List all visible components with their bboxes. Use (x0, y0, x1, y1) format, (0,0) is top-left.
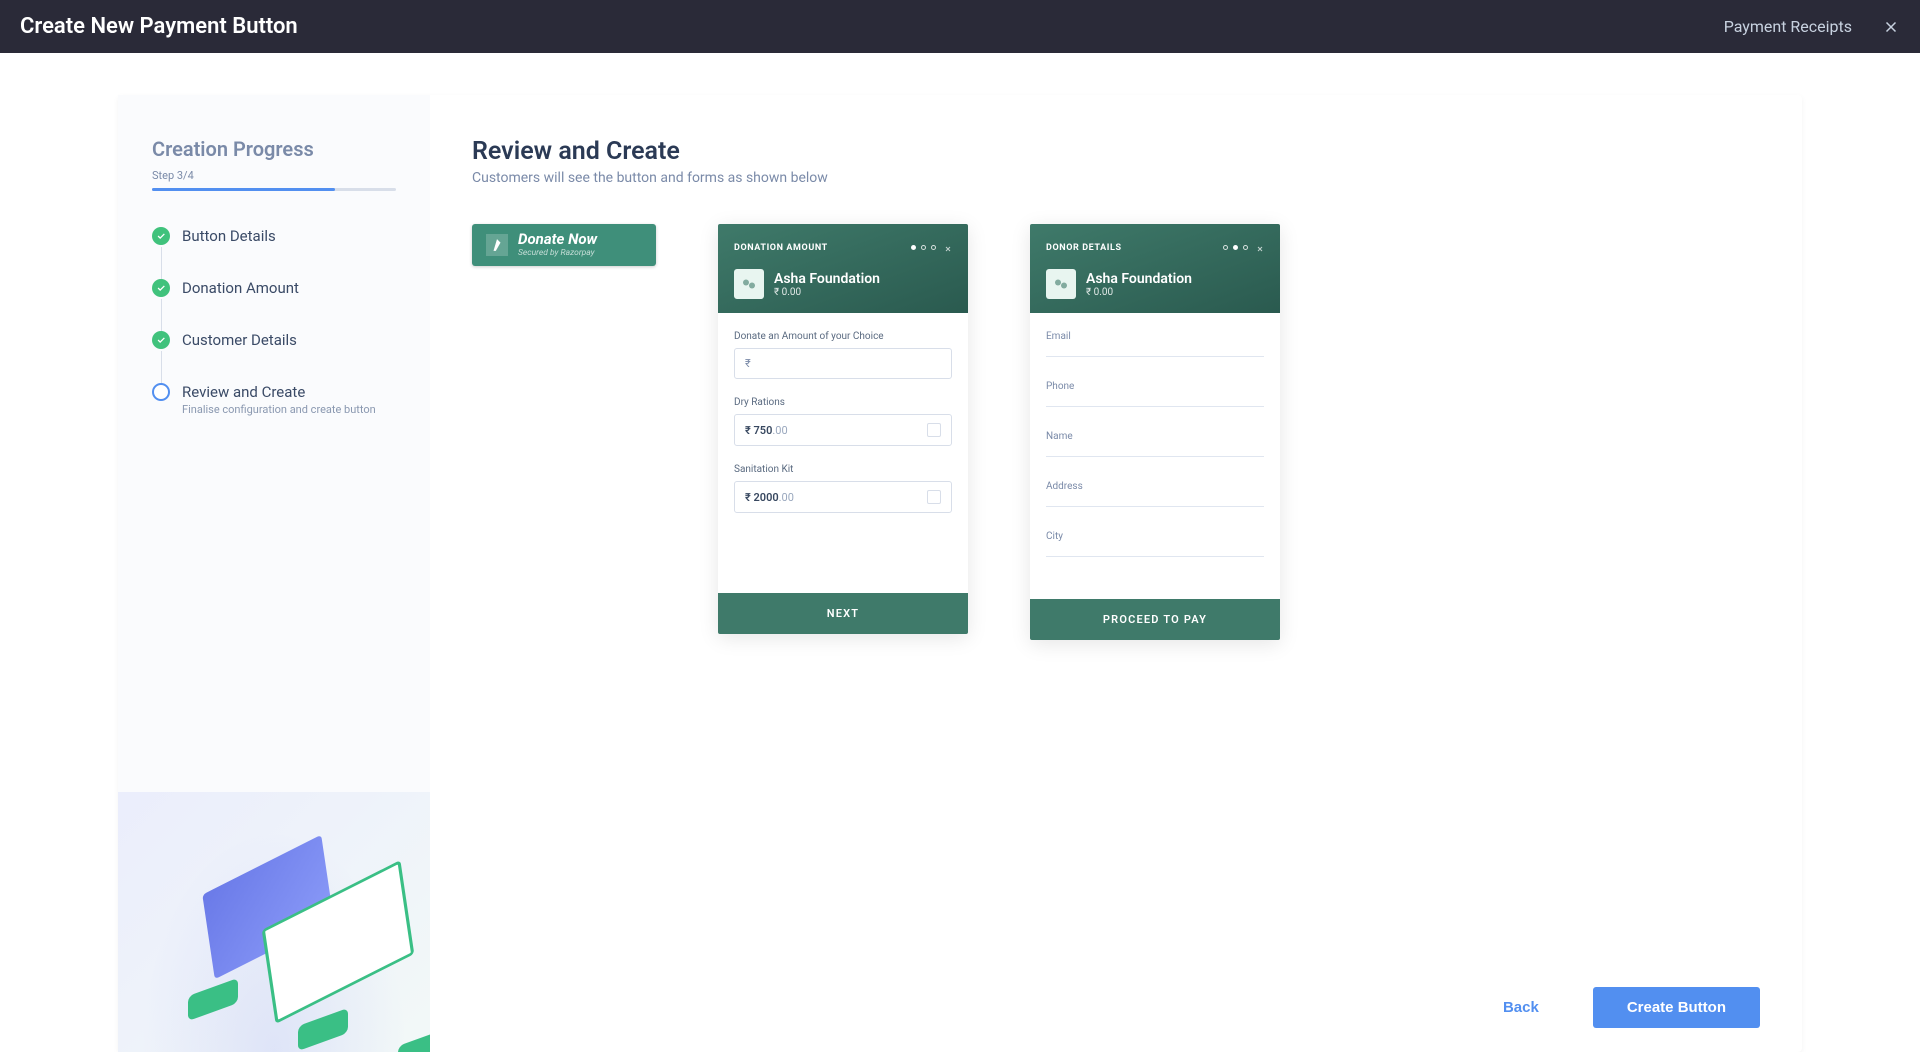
check-icon (152, 227, 170, 245)
modal-title: Create New Payment Button (20, 14, 1724, 39)
modal-header: Create New Payment Button Payment Receip… (0, 0, 1920, 53)
address-label: Address (1046, 481, 1264, 492)
progress-bar (152, 188, 396, 191)
step-customer-details: Customer Details (152, 331, 396, 349)
step-donation-amount: Donation Amount (152, 279, 396, 297)
amount-dec: .00 (779, 491, 794, 504)
razorpay-icon (486, 234, 508, 256)
dry-rations-label: Dry Rations (734, 397, 952, 408)
current-step-icon (152, 383, 170, 401)
sidebar-title: Creation Progress (152, 137, 396, 161)
wizard-footer: Back Create Button (472, 963, 1760, 1052)
sanitation-kit-option: ₹ 2000.00 (734, 481, 952, 513)
step-label: Button Details (182, 227, 276, 245)
name-input-preview (1046, 456, 1264, 457)
step-label: Donation Amount (182, 279, 299, 297)
email-label: Email (1046, 331, 1264, 342)
address-input-preview (1046, 506, 1264, 507)
card-header-title: DONOR DETAILS (1046, 243, 1223, 253)
brand-logo (734, 269, 764, 299)
brand-logo (1046, 269, 1076, 299)
step-counter: Step 3/4 (152, 169, 396, 182)
phone-input-preview (1046, 406, 1264, 407)
donate-button-sublabel: Secured by Razorpay (518, 249, 597, 258)
card-header-title: DONATION AMOUNT (734, 243, 911, 253)
creation-progress-sidebar: Creation Progress Step 3/4 Button Detail… (118, 95, 430, 1052)
payment-receipts-link[interactable]: Payment Receipts (1724, 17, 1852, 36)
step-button-details: Button Details (152, 227, 396, 245)
email-input-preview (1046, 356, 1264, 357)
custom-amount-input: ₹ (734, 348, 952, 379)
next-button-preview: NEXT (718, 593, 968, 634)
sanitation-kit-label: Sanitation Kit (734, 464, 952, 475)
dry-rations-option: ₹ 750.00 (734, 414, 952, 446)
name-label: Name (1046, 431, 1264, 442)
sidebar-illustration (118, 792, 430, 1052)
check-icon (152, 331, 170, 349)
create-button[interactable]: Create Button (1593, 987, 1760, 1028)
brand-amount: ₹ 0.00 (1086, 287, 1192, 298)
step-label: Customer Details (182, 331, 297, 349)
currency-symbol: ₹ (745, 357, 751, 370)
close-icon (944, 238, 952, 257)
checkbox-icon (927, 423, 941, 437)
phone-label: Phone (1046, 381, 1264, 392)
brand-name: Asha Foundation (774, 271, 880, 287)
close-icon[interactable] (1882, 18, 1900, 36)
page-subtitle: Customers will see the button and forms … (472, 170, 1760, 186)
donation-amount-preview-card: DONATION AMOUNT (718, 224, 968, 634)
step-sublabel: Finalise configuration and create button (182, 403, 376, 416)
close-icon (1256, 238, 1264, 257)
back-button[interactable]: Back (1469, 987, 1573, 1028)
step-dots (1223, 245, 1248, 250)
donor-details-preview-card: DONOR DETAILS (1030, 224, 1280, 640)
amount-main: ₹ 2000 (745, 491, 779, 504)
brand-name: Asha Foundation (1086, 271, 1192, 287)
main-content: Review and Create Customers will see the… (430, 95, 1802, 1052)
step-dots (911, 245, 936, 250)
step-review-create: Review and Create Finalise configuration… (152, 383, 396, 416)
check-icon (152, 279, 170, 297)
proceed-to-pay-button-preview: PROCEED TO PAY (1030, 599, 1280, 640)
donate-now-button-preview: Donate Now Secured by Razorpay (472, 224, 656, 266)
custom-amount-label: Donate an Amount of your Choice (734, 331, 952, 342)
donate-button-label: Donate Now (518, 232, 597, 247)
amount-main: ₹ 750 (745, 424, 772, 437)
checkbox-icon (927, 490, 941, 504)
step-label: Review and Create (182, 383, 376, 401)
amount-dec: .00 (772, 424, 787, 437)
city-label: City (1046, 531, 1264, 542)
brand-amount: ₹ 0.00 (774, 287, 880, 298)
city-input-preview (1046, 556, 1264, 557)
page-title: Review and Create (472, 137, 1760, 166)
